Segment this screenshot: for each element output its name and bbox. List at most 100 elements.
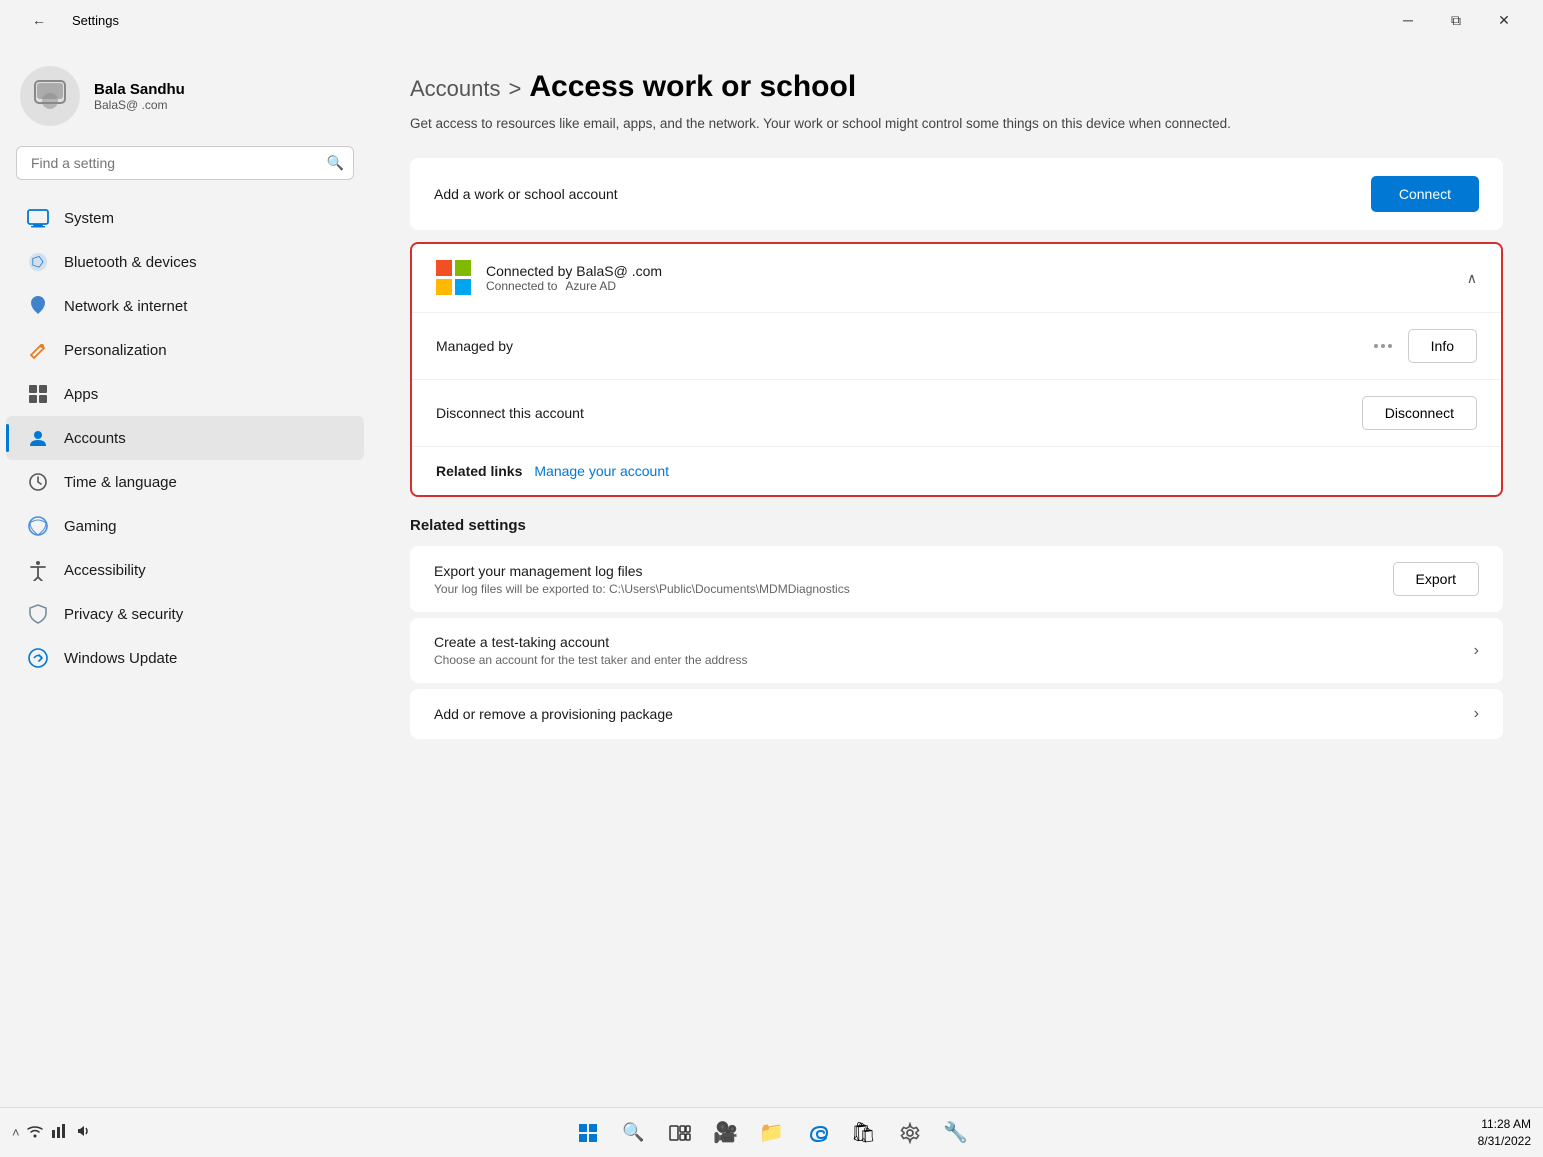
page-title-row: Accounts > Access work or school [410,70,1503,104]
connected-account-card: Connected by BalaS@ .com Connected to Az… [410,242,1503,497]
add-account-label: Add a work or school account [434,186,618,202]
disconnect-row: Disconnect this account Disconnect [412,380,1501,447]
sidebar-item-update[interactable]: Windows Update [6,636,364,680]
svg-text:⭔: ⭔ [32,254,44,270]
add-account-row: Add a work or school account Connect [410,158,1503,230]
sidebar-item-label-time: Time & language [64,474,177,491]
collapse-icon[interactable]: ∧ [1467,270,1477,287]
update-icon [26,646,50,670]
breadcrumb-parent[interactable]: Accounts [410,76,501,102]
taskbar-store[interactable]: 🛍 [844,1113,884,1153]
provisioning-chevron: › [1474,705,1479,723]
titlebar-title: Settings [72,13,119,28]
export-button[interactable]: Export [1393,562,1479,596]
export-logs-desc: Your log files will be exported to: C:\U… [434,582,850,596]
sidebar-item-label-system: System [64,210,114,227]
apps-icon [26,382,50,406]
breadcrumb-chevron: > [509,76,522,102]
connect-button[interactable]: Connect [1371,176,1479,212]
provisioning-row[interactable]: Add or remove a provisioning package › [410,689,1503,739]
profile-email: BalaS@ .com [94,98,185,112]
related-settings-title: Related settings [410,517,1503,534]
managed-by-right: Info [1374,329,1477,363]
main-container: Bala Sandhu BalaS@ .com 🔍 System ⭔ Bluet… [0,40,1543,1107]
test-taking-info: Create a test-taking account Choose an a… [434,634,748,667]
sidebar-item-label-privacy: Privacy & security [64,606,183,623]
profile-section: Bala Sandhu BalaS@ .com [0,50,370,146]
sidebar-item-bluetooth[interactable]: ⭔ Bluetooth & devices [6,240,364,284]
accessibility-icon [26,558,50,582]
related-links-label: Related links [436,463,522,479]
taskbar-teams[interactable]: 🎥 [706,1113,746,1153]
sidebar-item-label-network: Network & internet [64,298,187,315]
sidebar-item-label-accessibility: Accessibility [64,562,146,579]
titlebar: ← Settings ─ ⧉ ✕ [0,0,1543,40]
back-button[interactable]: ← [16,4,62,36]
info-button[interactable]: Info [1408,329,1477,363]
page-description: Get access to resources like email, apps… [410,114,1503,134]
sidebar-item-personalization[interactable]: Personalization [6,328,364,372]
manage-account-link[interactable]: Manage your account [534,463,669,479]
personalization-icon [26,338,50,362]
taskbar-files[interactable]: 📁 [752,1113,792,1153]
network-icon [26,294,50,318]
test-taking-desc: Choose an account for the test taker and… [434,653,748,667]
accounts-icon [26,426,50,450]
connected-to-label: Connected to [486,279,557,293]
connected-sub-info: Connected to Azure AD [486,279,662,293]
provisioning-info: Add or remove a provisioning package [434,706,673,722]
taskbar-center: 🔍 🎥 📁 🛍 🔧 [568,1113,976,1153]
provisioning-title: Add or remove a provisioning package [434,706,673,722]
sidebar-item-apps[interactable]: Apps [6,372,364,416]
export-logs-row: Export your management log files Your lo… [410,546,1503,612]
ms-logo-green [455,260,471,276]
taskbar-devtool[interactable]: 🔧 [936,1113,976,1153]
dot-3 [1388,344,1392,348]
system-clock: 11:28 AM 8/31/2022 [1478,1116,1531,1150]
close-button[interactable]: ✕ [1481,4,1527,36]
add-account-card: Add a work or school account Connect [410,158,1503,230]
sidebar-item-label-personalization: Personalization [64,342,167,359]
connected-account-header: Connected by BalaS@ .com Connected to Az… [412,244,1501,313]
ms-logo-blue [455,279,471,295]
taskbar-search[interactable]: 🔍 [614,1113,654,1153]
tray-sound [74,1122,92,1143]
taskbar-left: ˄ [12,1122,92,1143]
taskbar: ˄ 🔍 🎥 📁 [0,1107,1543,1157]
related-links-row: Related links Manage your account [412,447,1501,495]
test-taking-title: Create a test-taking account [434,634,748,650]
clock-time: 11:28 AM [1481,1116,1531,1133]
sidebar-item-gaming[interactable]: Gaming [6,504,364,548]
taskbar-edge[interactable] [798,1113,838,1153]
taskbar-taskview[interactable] [660,1113,700,1153]
managed-by-row: Managed by Info [412,313,1501,380]
taskbar-settings[interactable] [890,1113,930,1153]
time-icon [26,470,50,494]
sidebar: Bala Sandhu BalaS@ .com 🔍 System ⭔ Bluet… [0,40,370,1107]
sidebar-item-time[interactable]: Time & language [6,460,364,504]
sidebar-item-label-apps: Apps [64,386,98,403]
sidebar-item-network[interactable]: Network & internet [6,284,364,328]
start-button[interactable] [568,1113,608,1153]
tray-wifi [26,1122,44,1143]
bluetooth-icon: ⭔ [26,250,50,274]
export-logs-info: Export your management log files Your lo… [434,563,850,596]
titlebar-controls: ─ ⧉ ✕ [1385,4,1527,36]
search-input[interactable] [16,146,354,180]
sidebar-item-accessibility[interactable]: Accessibility [6,548,364,592]
content-area: Accounts > Access work or school Get acc… [370,40,1543,1107]
microsoft-logo [436,260,472,296]
minimize-button[interactable]: ─ [1385,4,1431,36]
sidebar-item-privacy[interactable]: Privacy & security [6,592,364,636]
sidebar-item-system[interactable]: System [6,196,364,240]
tray-arrow[interactable]: ˄ [12,1125,20,1140]
sidebar-item-label-bluetooth: Bluetooth & devices [64,254,197,271]
maximize-button[interactable]: ⧉ [1433,4,1479,36]
disconnect-button[interactable]: Disconnect [1362,396,1477,430]
sidebar-item-accounts[interactable]: Accounts [6,416,364,460]
ms-logo-red [436,260,452,276]
test-taking-row[interactable]: Create a test-taking account Choose an a… [410,618,1503,683]
taskbar-right: 11:28 AM 8/31/2022 [1478,1116,1531,1150]
export-logs-title: Export your management log files [434,563,850,579]
ms-logo-yellow [436,279,452,295]
